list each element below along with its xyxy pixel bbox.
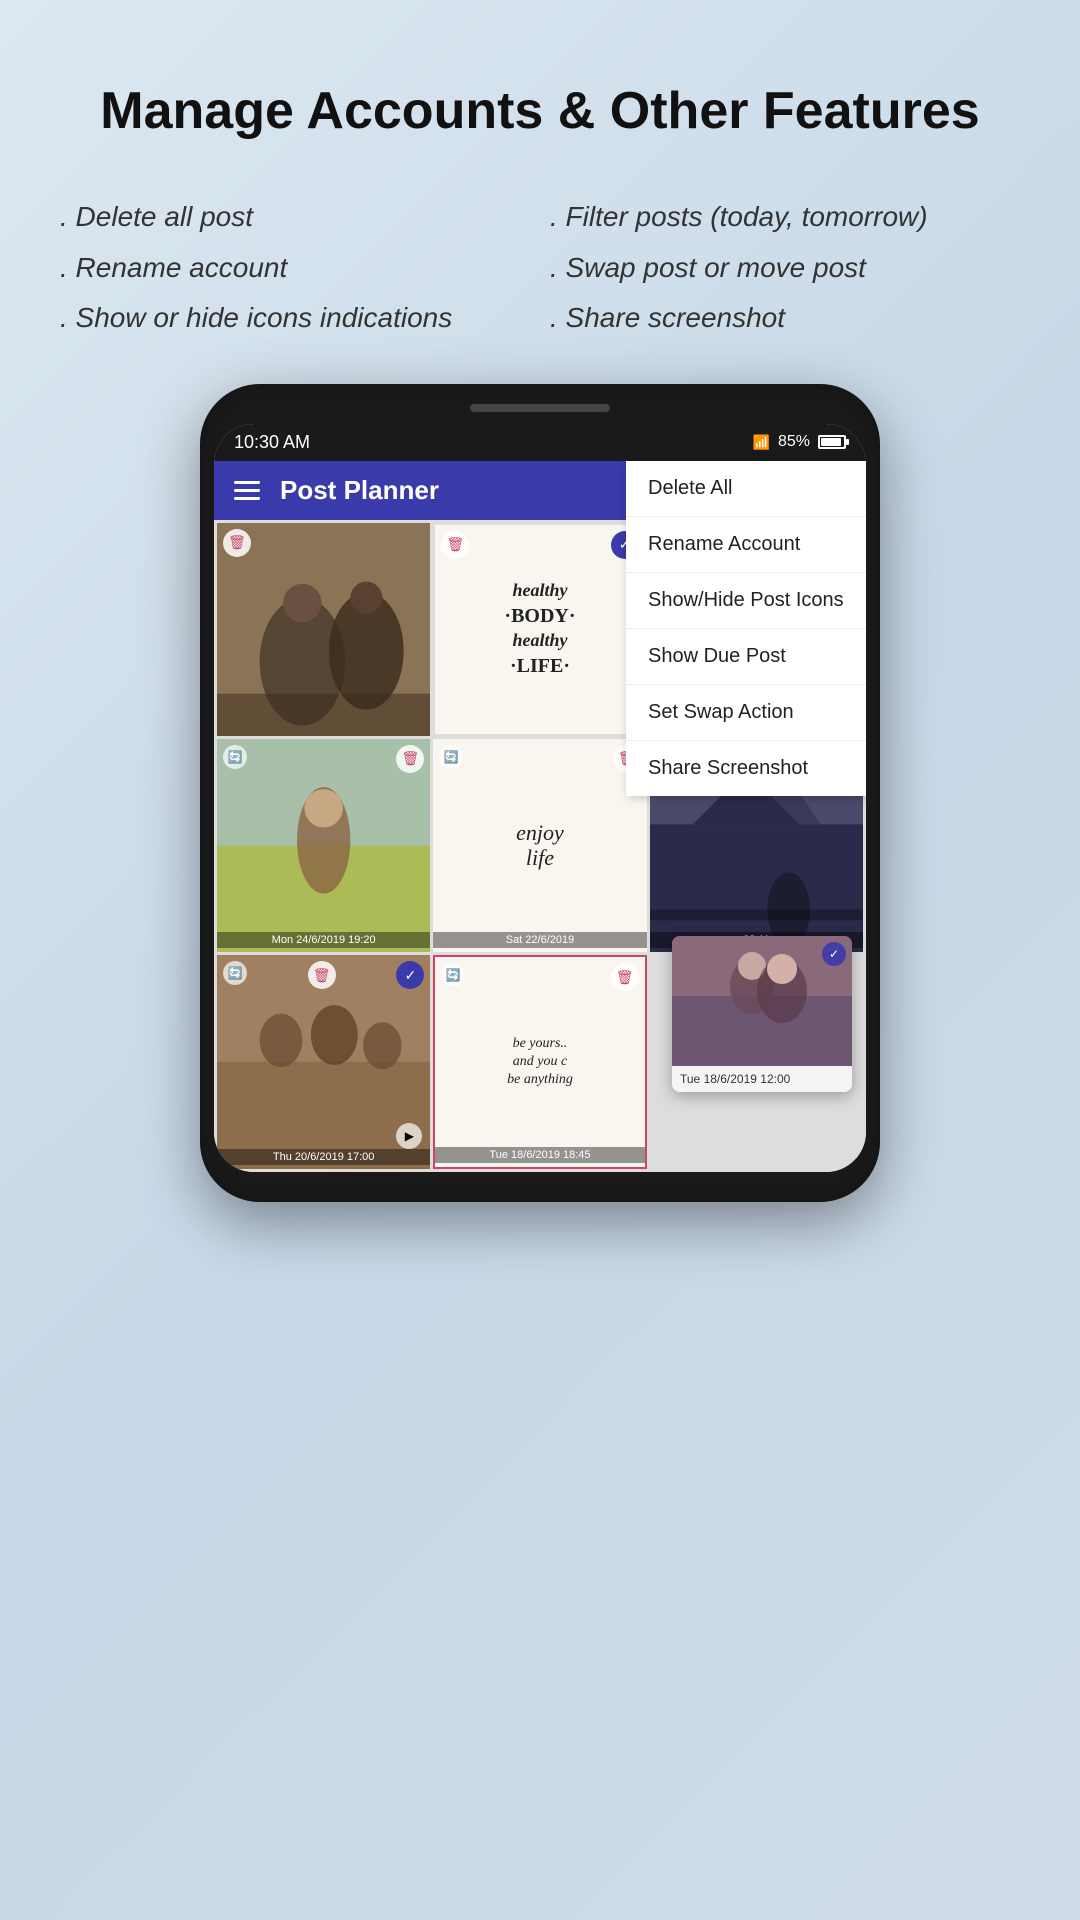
page-title: Manage Accounts & Other Features	[60, 80, 1020, 142]
preview-image: ✓	[672, 936, 852, 1066]
feature-filter: . Filter posts (today, tomorrow)	[550, 192, 1020, 242]
floating-preview: ✓ Tue 18/6/2019 12:00	[672, 936, 852, 1092]
post-1-trash[interactable]: 🗑	[223, 529, 251, 557]
post-8-date: Tue 18/6/2019 18:45	[435, 1147, 644, 1163]
post-5-icons: 🔄 🗑	[439, 745, 640, 773]
wifi-icon: 📶	[753, 434, 770, 451]
features-section: . Delete all post . Rename account . Sho…	[0, 172, 1080, 383]
post-cell-4[interactable]: 🔄 🗑 Mon 24/6/2019 19:20	[217, 739, 430, 952]
post-cell-1[interactable]: 🗑	[217, 523, 430, 736]
post-2-icons: 🗑 ✓	[441, 531, 638, 559]
menu-delete-all[interactable]: Delete All	[626, 461, 866, 517]
post-cell-5[interactable]: enjoylife 🔄 🗑 Sat 22/6/2019	[433, 739, 646, 952]
menu-share-screenshot[interactable]: Share Screenshot	[626, 741, 866, 796]
post-7-play[interactable]: ▶	[396, 1123, 422, 1149]
post-4-icons: 🔄 🗑	[223, 745, 424, 773]
post-7-date: Thu 20/6/2019 17:00	[217, 1149, 430, 1165]
post-1-icons: 🗑	[223, 529, 424, 557]
features-left: . Delete all post . Rename account . Sho…	[60, 192, 530, 343]
battery-icon	[818, 435, 846, 449]
post-5-date: Sat 22/6/2019	[433, 932, 646, 948]
status-bar: 10:30 AM 📶 85%	[214, 424, 866, 461]
app-title: Post Planner	[280, 475, 439, 506]
feature-share: . Share screenshot	[550, 293, 1020, 343]
menu-show-due-post[interactable]: Show Due Post	[626, 629, 866, 685]
post-7-icons: 🔄 🗑 ✓	[223, 961, 424, 989]
status-right: 📶 85%	[753, 433, 846, 451]
post-7-check[interactable]: ✓	[396, 961, 424, 989]
feature-swap: . Swap post or move post	[550, 243, 1020, 293]
battery-percent: 85%	[778, 433, 810, 451]
feature-rename: . Rename account	[60, 243, 530, 293]
menu-show-hide-icons[interactable]: Show/Hide Post Icons	[626, 573, 866, 629]
post-cell-7[interactable]: 🔄 🗑 ✓ ▶ Thu 20/6/2019 17:00	[217, 955, 430, 1168]
post-7-clock: 🔄	[223, 961, 247, 985]
app-header: Post Planner Delete All Rename Account S…	[214, 461, 866, 520]
post-cell-8[interactable]: be yours..and you cbe anything 🔄 🗑 Tue 1…	[433, 955, 646, 1168]
hamburger-menu[interactable]	[234, 481, 260, 500]
features-right: . Filter posts (today, tomorrow) . Swap …	[550, 192, 1020, 343]
feature-delete-all: . Delete all post	[60, 192, 530, 242]
post-5-clock: 🔄	[439, 745, 463, 769]
post-8-trash[interactable]: 🗑	[611, 963, 639, 991]
post-4-trash[interactable]: 🗑	[396, 745, 424, 773]
post-4-clock: 🔄	[223, 745, 247, 769]
post-2-trash[interactable]: 🗑	[441, 531, 469, 559]
dropdown-menu: Delete All Rename Account Show/Hide Post…	[626, 461, 866, 796]
phone-notch	[470, 404, 610, 412]
phone-frame: 10:30 AM 📶 85% Post Planner Delete All R…	[200, 384, 880, 1202]
phone-screen: 10:30 AM 📶 85% Post Planner Delete All R…	[214, 424, 866, 1172]
post-8-icons: 🔄 🗑	[441, 963, 638, 991]
menu-rename-account[interactable]: Rename Account	[626, 517, 866, 573]
post-cell-2[interactable]: healthy ·BODY· healthy ·LIFE· 🗑 ✓	[433, 523, 646, 736]
preview-date: Tue 18/6/2019 12:00	[672, 1066, 852, 1092]
status-time: 10:30 AM	[234, 432, 310, 453]
post-4-date: Mon 24/6/2019 19:20	[217, 932, 430, 948]
feature-show-hide: . Show or hide icons indications	[60, 293, 530, 343]
post-7-trash[interactable]: 🗑	[308, 961, 336, 989]
menu-set-swap-action[interactable]: Set Swap Action	[626, 685, 866, 741]
post-8-clock: 🔄	[441, 963, 465, 987]
page-header: Manage Accounts & Other Features	[0, 0, 1080, 172]
